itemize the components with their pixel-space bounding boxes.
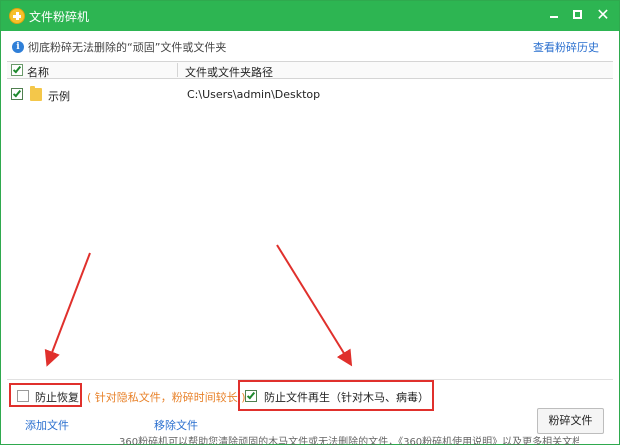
- arrow-right: [276, 244, 353, 367]
- annotation-arrows: [44, 244, 353, 367]
- arrow-left: [44, 252, 91, 367]
